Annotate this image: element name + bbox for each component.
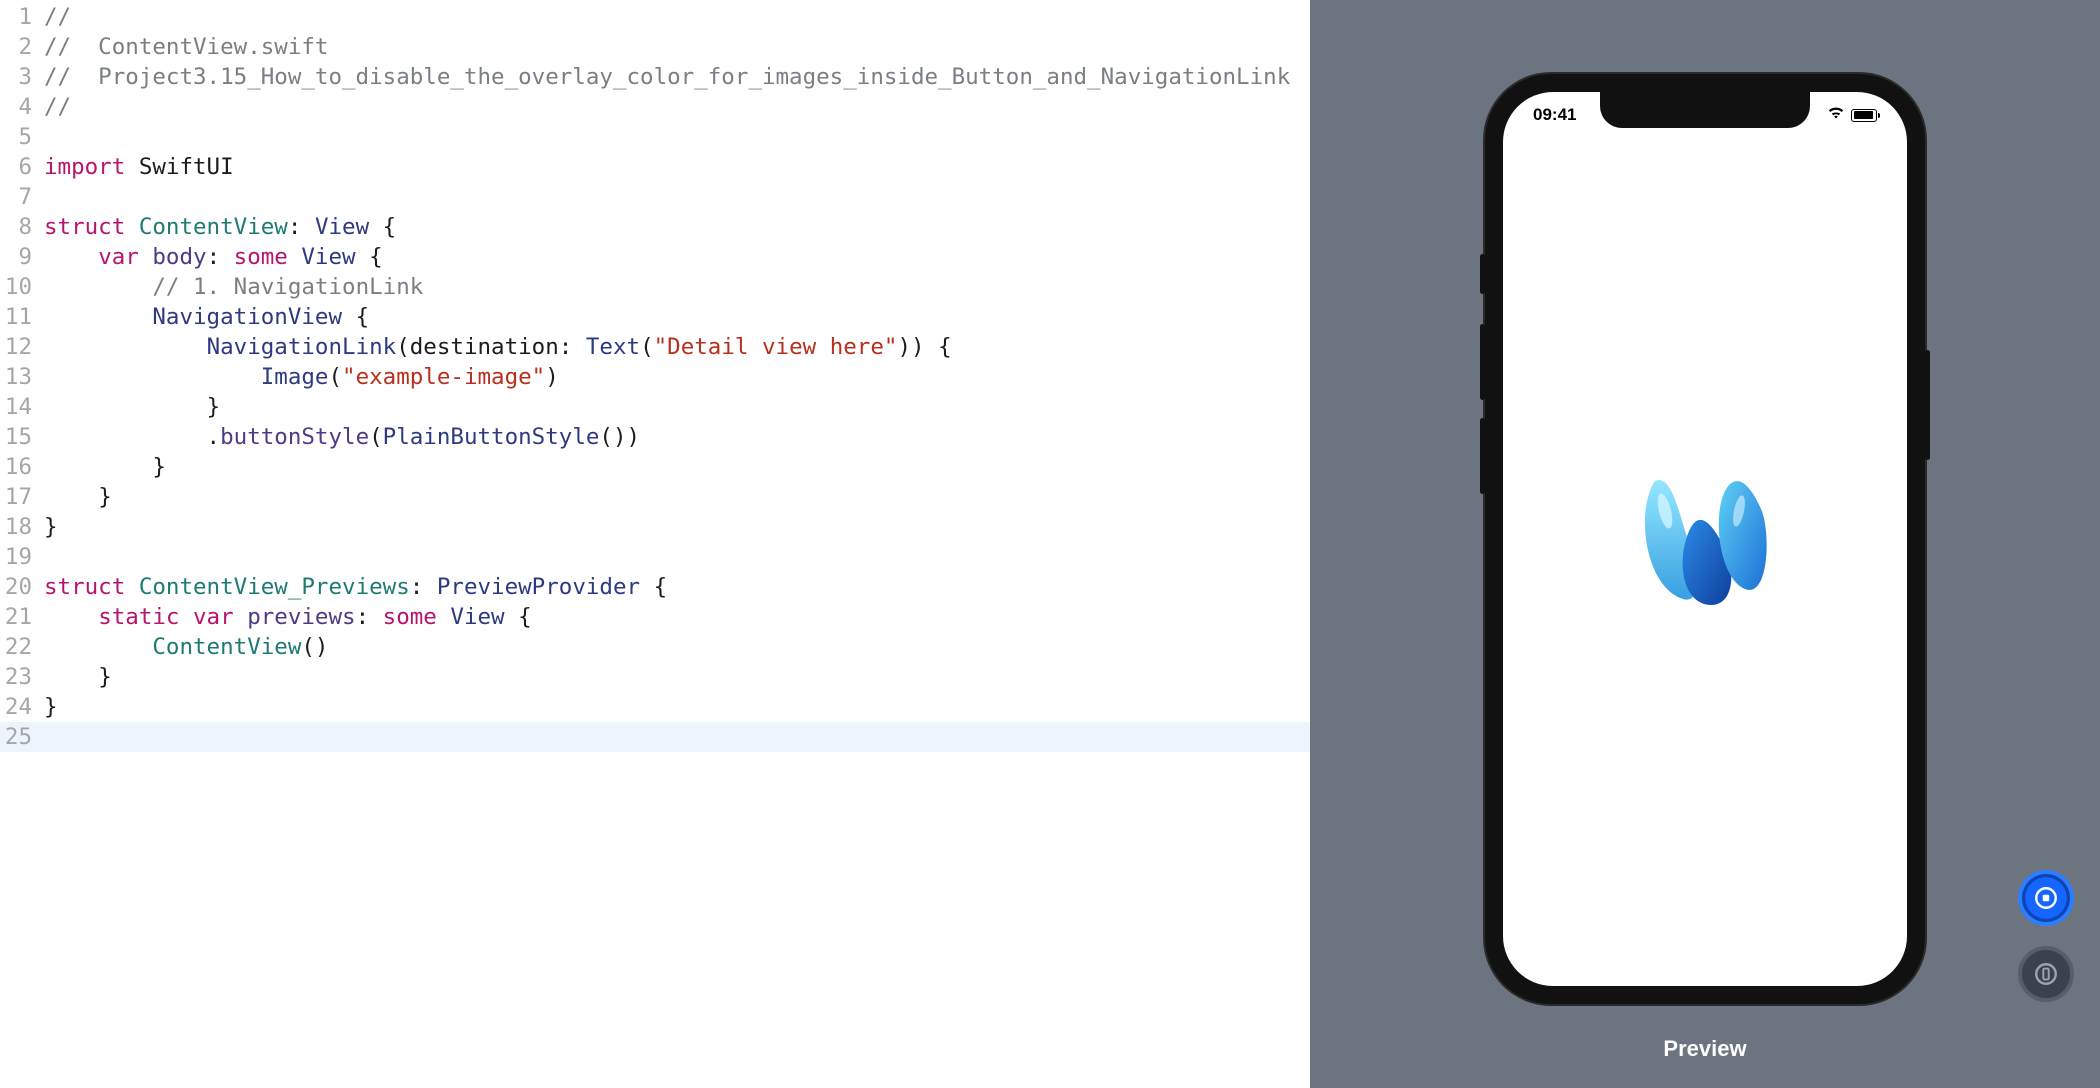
iphone-mockup: 09:41 [1485, 74, 1925, 1004]
code-line[interactable]: 9 var body: some View { [0, 242, 1310, 272]
preview-label: Preview [1310, 1036, 2100, 1062]
line-number: 19 [0, 542, 44, 572]
phone-notch [1600, 92, 1810, 128]
code-line[interactable]: 13 Image("example-image") [0, 362, 1310, 392]
phone-mute-switch [1480, 254, 1485, 294]
status-time: 09:41 [1533, 105, 1576, 125]
line-number: 25 [0, 722, 44, 752]
code-line[interactable]: 5 [0, 122, 1310, 152]
code-editor[interactable]: 1//2// ContentView.swift3// Project3.15_… [0, 0, 1310, 1088]
line-number: 6 [0, 152, 44, 182]
navigation-link[interactable] [1503, 92, 1907, 986]
line-number: 9 [0, 242, 44, 272]
code-content[interactable]: // [44, 92, 1310, 122]
code-line[interactable]: 20struct ContentView_Previews: PreviewPr… [0, 572, 1310, 602]
preview-device-button[interactable] [2018, 946, 2074, 1002]
code-content[interactable]: // ContentView.swift [44, 32, 1310, 62]
phone-power-button [1925, 350, 1930, 460]
code-content[interactable]: struct ContentView: View { [44, 212, 1310, 242]
code-content[interactable] [44, 542, 1310, 572]
wifi-icon [1827, 105, 1845, 125]
line-number: 15 [0, 422, 44, 452]
code-content[interactable]: struct ContentView_Previews: PreviewProv… [44, 572, 1310, 602]
line-number: 1 [0, 2, 44, 32]
code-content[interactable]: // [44, 2, 1310, 32]
line-number: 22 [0, 632, 44, 662]
phone-volume-up [1480, 324, 1485, 400]
code-content[interactable]: ContentView() [44, 632, 1310, 662]
code-content[interactable]: // Project3.15_How_to_disable_the_overla… [44, 62, 1310, 92]
code-content[interactable]: } [44, 392, 1310, 422]
code-line[interactable]: 19 [0, 542, 1310, 572]
code-line[interactable]: 6import SwiftUI [0, 152, 1310, 182]
code-content[interactable]: Image("example-image") [44, 362, 1310, 392]
line-number: 21 [0, 602, 44, 632]
code-content[interactable]: NavigationLink(destination: Text("Detail… [44, 332, 1310, 362]
line-number: 3 [0, 62, 44, 92]
phone-screen[interactable]: 09:41 [1503, 92, 1907, 986]
code-content[interactable] [44, 182, 1310, 212]
line-number: 23 [0, 662, 44, 692]
code-line[interactable]: 11 NavigationView { [0, 302, 1310, 332]
line-number: 20 [0, 572, 44, 602]
code-content[interactable]: var body: some View { [44, 242, 1310, 272]
code-line[interactable]: 25 [0, 722, 1310, 752]
example-image [1625, 459, 1785, 619]
phone-volume-down [1480, 418, 1485, 494]
code-content[interactable] [44, 122, 1310, 152]
code-line[interactable]: 10 // 1. NavigationLink [0, 272, 1310, 302]
line-number: 13 [0, 362, 44, 392]
code-line[interactable]: 8struct ContentView: View { [0, 212, 1310, 242]
line-number: 12 [0, 332, 44, 362]
code-line[interactable]: 4// [0, 92, 1310, 122]
code-content[interactable]: // 1. NavigationLink [44, 272, 1310, 302]
code-content[interactable] [44, 722, 1310, 752]
line-number: 24 [0, 692, 44, 722]
code-line[interactable]: 14 } [0, 392, 1310, 422]
code-content[interactable]: } [44, 692, 1310, 722]
line-number: 16 [0, 452, 44, 482]
line-number: 14 [0, 392, 44, 422]
code-line[interactable]: 22 ContentView() [0, 632, 1310, 662]
code-line[interactable]: 16 } [0, 452, 1310, 482]
code-line[interactable]: 24} [0, 692, 1310, 722]
code-content[interactable]: } [44, 662, 1310, 692]
line-number: 5 [0, 122, 44, 152]
code-content[interactable]: import SwiftUI [44, 152, 1310, 182]
preview-play-button[interactable] [2018, 870, 2074, 926]
code-line[interactable]: 2// ContentView.swift [0, 32, 1310, 62]
line-number: 10 [0, 272, 44, 302]
code-content[interactable]: } [44, 512, 1310, 542]
line-number: 4 [0, 92, 44, 122]
code-line[interactable]: 21 static var previews: some View { [0, 602, 1310, 632]
code-line[interactable]: 18} [0, 512, 1310, 542]
line-number: 2 [0, 32, 44, 62]
line-number: 11 [0, 302, 44, 332]
code-line[interactable]: 3// Project3.15_How_to_disable_the_overl… [0, 62, 1310, 92]
preview-canvas[interactable]: 09:41 [1310, 0, 2100, 1088]
battery-icon [1851, 109, 1877, 122]
line-number: 18 [0, 512, 44, 542]
line-number: 17 [0, 482, 44, 512]
code-content[interactable]: } [44, 482, 1310, 512]
line-number: 7 [0, 182, 44, 212]
code-line[interactable]: 7 [0, 182, 1310, 212]
code-content[interactable]: .buttonStyle(PlainButtonStyle()) [44, 422, 1310, 452]
code-line[interactable]: 17 } [0, 482, 1310, 512]
code-content[interactable]: } [44, 452, 1310, 482]
code-content[interactable]: static var previews: some View { [44, 602, 1310, 632]
code-content[interactable]: NavigationView { [44, 302, 1310, 332]
code-line[interactable]: 23 } [0, 662, 1310, 692]
code-line[interactable]: 15 .buttonStyle(PlainButtonStyle()) [0, 422, 1310, 452]
line-number: 8 [0, 212, 44, 242]
code-line[interactable]: 12 NavigationLink(destination: Text("Det… [0, 332, 1310, 362]
code-line[interactable]: 1// [0, 2, 1310, 32]
